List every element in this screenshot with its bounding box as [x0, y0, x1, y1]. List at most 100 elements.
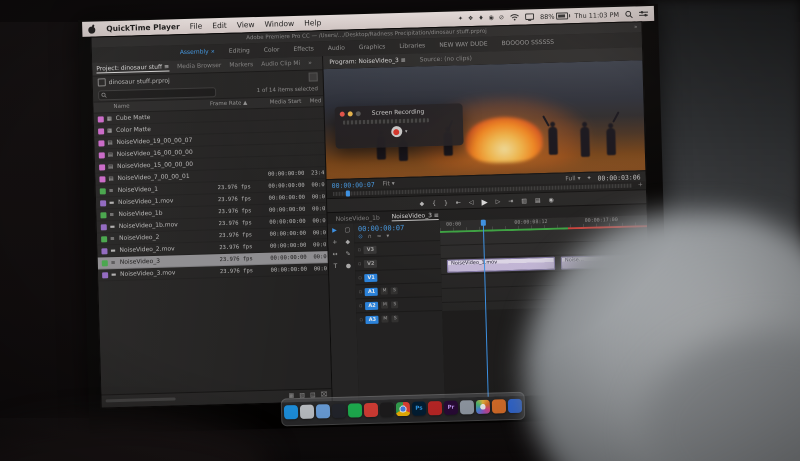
tab-source-monitor[interactable]: Source: (no clips): [420, 55, 472, 63]
dock-icon-dark-app[interactable]: [332, 404, 346, 418]
slip-tool-icon[interactable]: ↔: [333, 251, 338, 258]
dock-icon-photoshop[interactable]: Ps: [412, 401, 426, 415]
project-tab-2[interactable]: Media Browser: [177, 62, 221, 70]
workspace-tab-new-way-dude[interactable]: NEW WAY DUDE: [439, 41, 488, 49]
step-back-icon[interactable]: ◁: [469, 199, 474, 206]
dock-icon-red-app[interactable]: [364, 403, 378, 417]
track-lock-icon[interactable]: ▫: [358, 261, 362, 267]
track-lock-icon[interactable]: ▫: [357, 247, 361, 253]
track-target-a3[interactable]: A3: [366, 315, 379, 323]
panel-menu-icon[interactable]: ≡: [401, 57, 406, 64]
dock-icon-premiere[interactable]: Pr: [444, 401, 458, 415]
menu-item-window[interactable]: Window: [264, 19, 294, 29]
dock-icon-spotify[interactable]: [348, 403, 362, 417]
battery-indicator[interactable]: 88%: [540, 12, 569, 21]
track-lock-icon[interactable]: ▫: [359, 303, 363, 309]
mark-out-icon[interactable]: }: [444, 199, 448, 206]
status-app-icon-4[interactable]: ◉: [489, 14, 494, 21]
status-app-icon-2[interactable]: ❖: [468, 15, 474, 22]
project-tab-3[interactable]: Markers: [229, 61, 253, 69]
solo-button[interactable]: S: [391, 301, 398, 308]
go-to-out-icon[interactable]: ⇥: [508, 197, 513, 204]
workspace-tab-booooo-ssssss[interactable]: BOOOOO SSSSSS: [502, 39, 555, 47]
ripple-edit-tool-icon[interactable]: +: [332, 239, 337, 246]
snap-icon[interactable]: ∩: [368, 234, 372, 240]
track-target-v3[interactable]: V3: [364, 245, 377, 253]
workspace-tab-graphics[interactable]: Graphics: [359, 43, 386, 51]
column-media-end[interactable]: Med: [301, 98, 323, 105]
add-button[interactable]: +: [638, 181, 643, 188]
track-target-v1[interactable]: V1: [365, 273, 378, 281]
workspace-tab-effects[interactable]: Effects: [293, 45, 314, 53]
track-lock-icon[interactable]: ▫: [358, 275, 362, 281]
track-lock-icon[interactable]: ▫: [359, 289, 363, 295]
track-target-a2[interactable]: A2: [365, 301, 378, 309]
project-tab-1[interactable]: Project: dinosaur stuff ≡: [96, 63, 169, 73]
workspace-tab-color[interactable]: Color: [264, 46, 280, 53]
column-name[interactable]: Name: [93, 102, 199, 111]
dock-icon-photos[interactable]: [476, 400, 490, 414]
hand-tool-icon[interactable]: ●: [346, 262, 351, 269]
dock-icon-mail[interactable]: [316, 404, 330, 418]
workspace-close-icon[interactable]: ✕: [211, 49, 215, 55]
screen-recording-window[interactable]: Screen Recording ▾: [335, 103, 464, 149]
timeline-tab-noisevideo_3[interactable]: NoiseVideo_3 ≡: [392, 212, 439, 221]
app-menu-title[interactable]: QuickTime Player: [106, 22, 180, 33]
dock-icon-gray-app[interactable]: [460, 400, 474, 414]
project-tabs-overflow-icon[interactable]: »: [308, 59, 312, 66]
control-center-icon[interactable]: [639, 10, 648, 17]
timeline-tab-noisevideo_1b[interactable]: NoiseVideo_1b: [336, 214, 380, 222]
titlebar-overflow-icon[interactable]: »: [634, 24, 638, 30]
mute-button[interactable]: M: [381, 287, 388, 294]
mute-button[interactable]: M: [382, 315, 389, 322]
lift-icon[interactable]: ▥: [521, 197, 527, 204]
list-view-toggle[interactable]: [309, 72, 318, 81]
zoom-button[interactable]: [356, 111, 361, 116]
settings-wrench-icon[interactable]: ✦: [586, 175, 591, 182]
project-tab-4[interactable]: Audio Clip Mi: [261, 60, 300, 68]
column-frame-rate[interactable]: Frame Rate ▲: [199, 100, 247, 107]
mark-in-icon[interactable]: {: [432, 200, 436, 207]
mute-button[interactable]: M: [381, 301, 388, 308]
dock-icon-preview[interactable]: [300, 405, 314, 419]
spotlight-icon[interactable]: [625, 10, 633, 18]
options-chevron-icon[interactable]: ▾: [405, 128, 408, 134]
pen-tool-icon[interactable]: ✎: [346, 250, 351, 257]
workspace-tab-assembly[interactable]: Assembly✕: [180, 48, 215, 56]
zoom-level-select[interactable]: Fit ▾: [383, 180, 395, 187]
column-media-start[interactable]: Media Start: [247, 99, 301, 107]
linked-selection-icon[interactable]: ≈: [377, 234, 382, 240]
solo-button[interactable]: S: [391, 287, 398, 294]
horizontal-scrollbar[interactable]: [106, 397, 176, 402]
razor-tool-icon[interactable]: ◆: [345, 238, 350, 245]
status-app-icon-5[interactable]: ⊘: [499, 14, 504, 21]
track-target-a1[interactable]: A1: [365, 287, 378, 295]
timeline-settings-icon[interactable]: ▾: [386, 233, 389, 239]
menu-item-view[interactable]: View: [237, 20, 255, 29]
play-icon[interactable]: ▶: [481, 197, 487, 206]
menu-item-file[interactable]: File: [190, 22, 203, 31]
export-frame-icon[interactable]: ◉: [549, 196, 554, 203]
insert-icon[interactable]: ⊙: [358, 234, 363, 240]
status-app-icon-1[interactable]: ✦: [458, 15, 463, 22]
apple-menu-icon[interactable]: [88, 24, 96, 33]
workspace-tab-audio[interactable]: Audio: [328, 45, 345, 52]
close-button[interactable]: [340, 112, 345, 117]
program-video-frame[interactable]: Screen Recording ▾: [323, 60, 645, 179]
solo-button[interactable]: S: [392, 315, 399, 322]
track-select-tool-icon[interactable]: ▢: [345, 226, 351, 233]
dock-icon-red-app-2[interactable]: [428, 401, 442, 415]
record-button[interactable]: [391, 126, 402, 137]
dock-icon-orange-app[interactable]: [492, 399, 506, 413]
timeline-clip[interactable]: NoiseVideo_3.mov: [447, 257, 555, 273]
extract-icon[interactable]: ▤: [535, 197, 541, 204]
add-marker-icon[interactable]: ◆: [419, 200, 424, 207]
scrubber-playhead[interactable]: [346, 190, 350, 196]
minimize-button[interactable]: [348, 111, 353, 116]
track-target-v2[interactable]: V2: [364, 259, 377, 267]
wifi-icon[interactable]: [510, 14, 519, 21]
go-to-in-icon[interactable]: ⇤: [456, 199, 461, 206]
step-forward-icon[interactable]: ▷: [496, 198, 501, 205]
dock-icon-maps[interactable]: [508, 399, 522, 413]
workspace-tab-libraries[interactable]: Libraries: [399, 42, 425, 50]
